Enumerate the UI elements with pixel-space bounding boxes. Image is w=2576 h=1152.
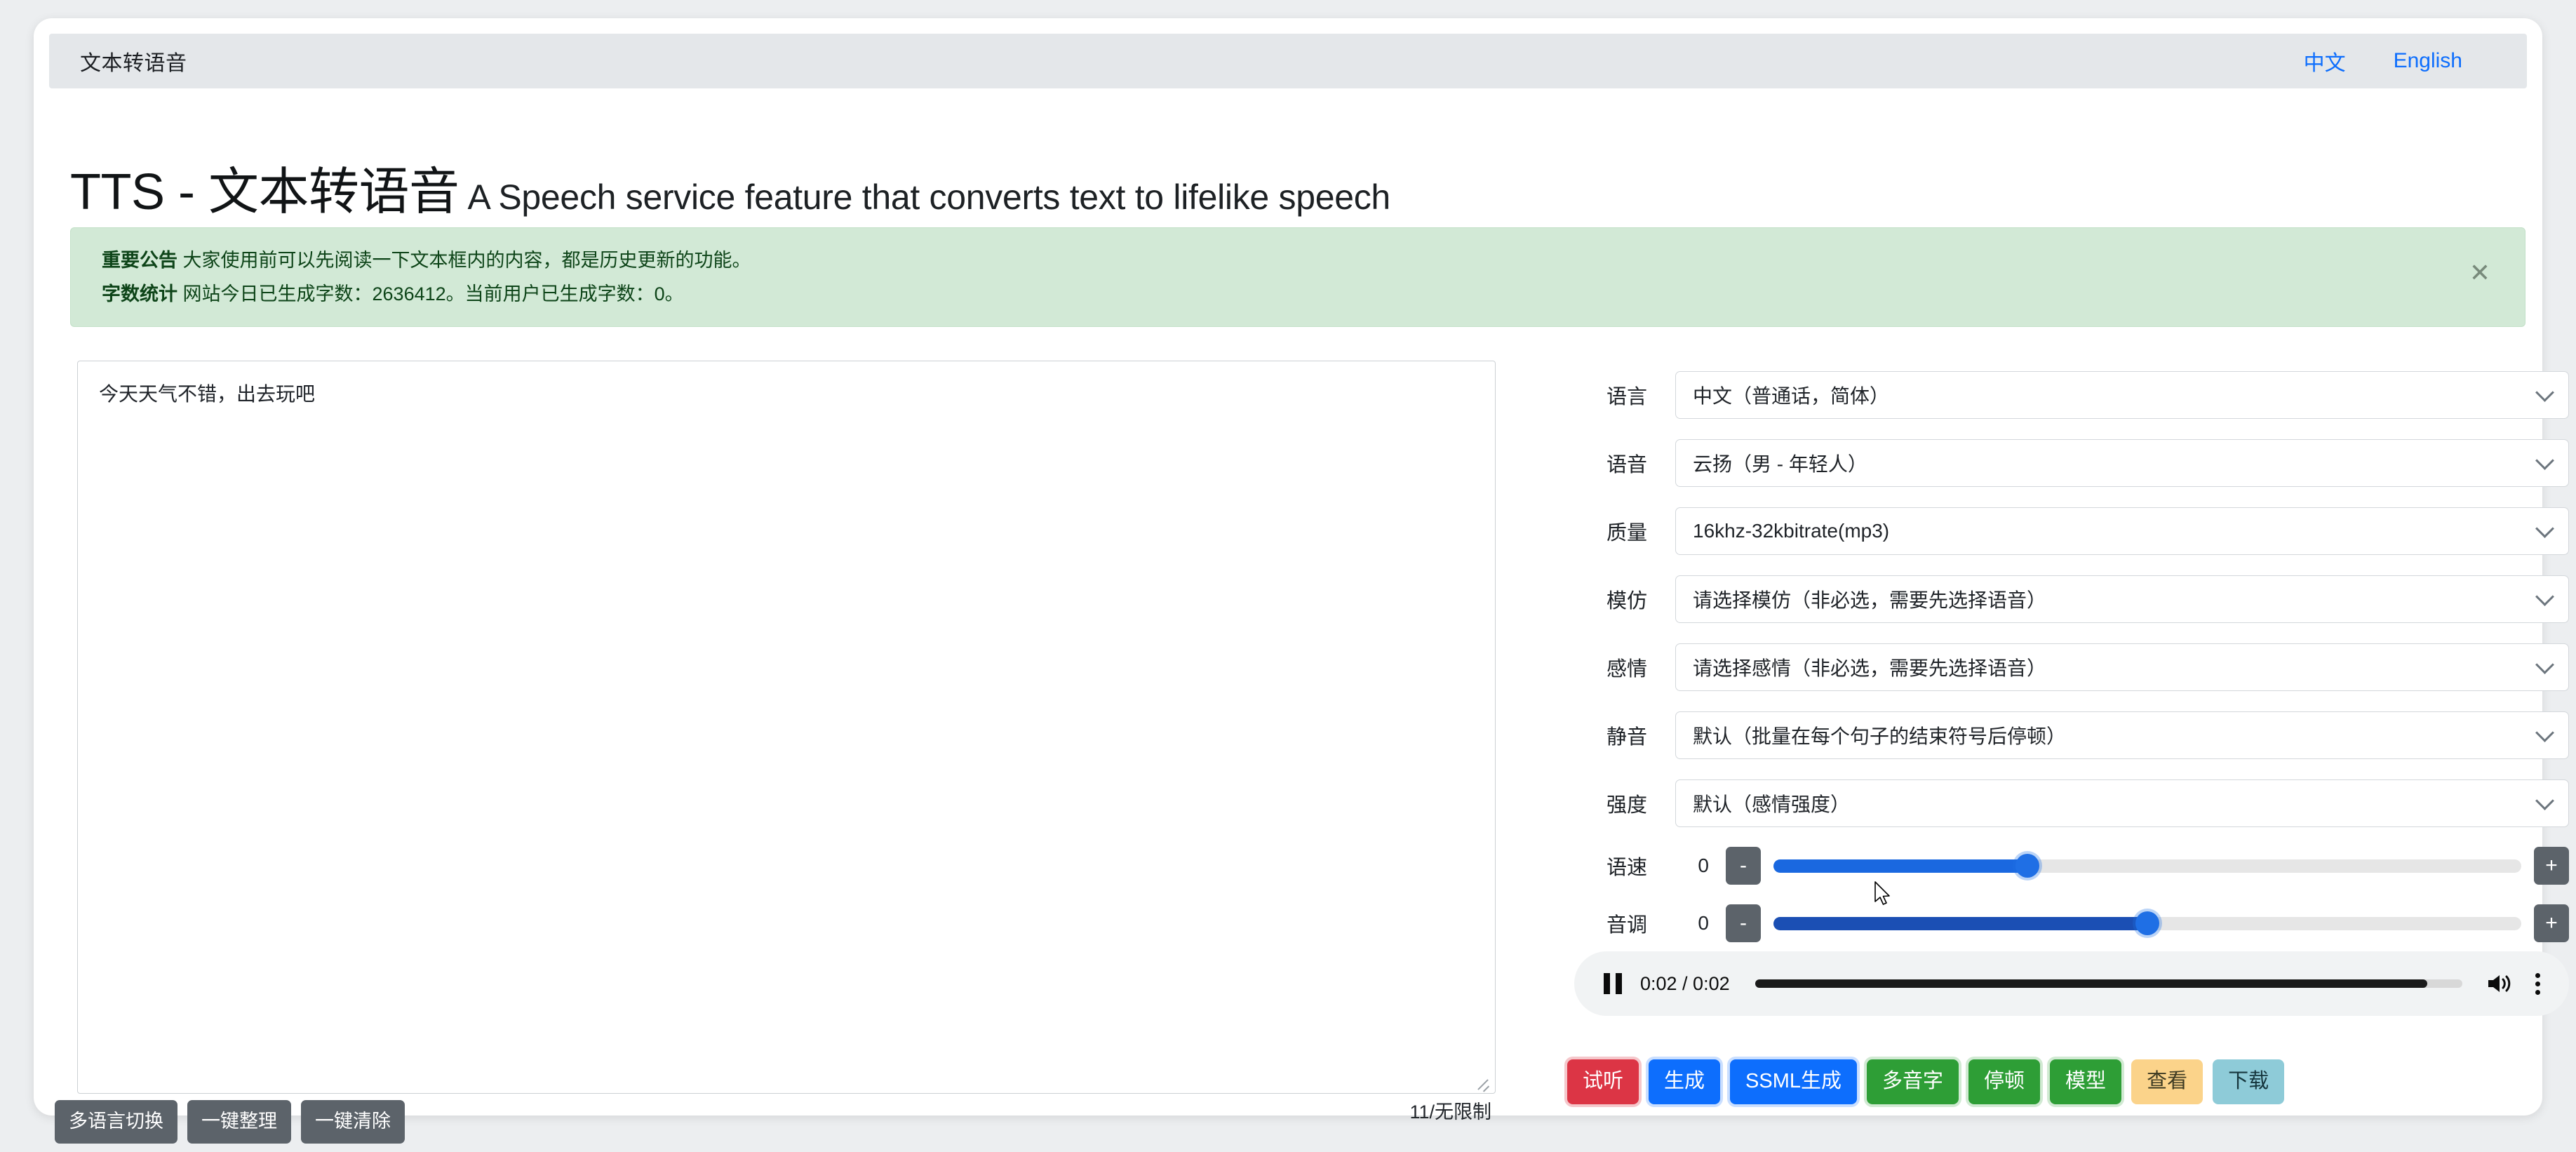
label-language: 语言 xyxy=(1606,385,1647,408)
speed-value: 0 xyxy=(1698,855,1709,876)
select-language-value: 中文（普通话，简体） xyxy=(1693,384,1890,407)
one-click-clear-button[interactable]: 一键清除 xyxy=(301,1100,405,1144)
chevron-down-icon xyxy=(2535,587,2554,606)
announcement-line: 重要公告 大家使用前可以先阅读一下文本框内的内容，都是历史更新的功能。 xyxy=(102,243,2497,277)
page-title-main: TTS - 文本转语音 xyxy=(70,164,459,220)
model-button[interactable]: 模型 xyxy=(2050,1059,2122,1104)
control-row-intensity: 强度 默认（感情强度） xyxy=(1535,769,2569,837)
select-voice-value: 云扬（男 - 年轻人） xyxy=(1693,453,1867,475)
controls-panel: 语言 中文（普通话，简体） 语音 云扬（男 - 年轻人） 质量 16khz-32… xyxy=(1535,361,2569,952)
nav-link-chinese[interactable]: 中文 xyxy=(2304,46,2346,76)
label-voice: 语音 xyxy=(1606,453,1647,476)
control-row-language: 语言 中文（普通话，简体） xyxy=(1535,361,2569,429)
announcement-text: 大家使用前可以先阅读一下文本框内的内容，都是历史更新的功能。 xyxy=(182,250,751,271)
chevron-down-icon xyxy=(2535,382,2554,402)
pitch-slider[interactable] xyxy=(1773,904,2521,942)
control-row-quality: 质量 16khz-32kbitrate(mp3) xyxy=(1535,497,2569,565)
label-intensity: 强度 xyxy=(1606,793,1647,817)
one-click-tidy-button[interactable]: 一键整理 xyxy=(187,1100,291,1144)
select-emotion[interactable]: 请选择感情（非必选，需要先选择语音） xyxy=(1675,643,2569,691)
speed-decrease-button[interactable]: - xyxy=(1726,847,1761,885)
page-card: 文本转语音 中文 English TTS - 文本转语音 A Speech se… xyxy=(34,18,2569,1123)
text-tool-buttons: 多语言切换 一键整理 一键清除 xyxy=(55,1100,405,1144)
download-button[interactable]: 下载 xyxy=(2213,1059,2285,1104)
label-pitch: 音调 xyxy=(1606,914,1647,937)
pause-icon[interactable] xyxy=(1601,972,1625,996)
text-input[interactable] xyxy=(77,361,1496,1094)
control-row-speed: 语速 0 - + xyxy=(1535,837,2569,895)
text-editor-area: 11/无限制 xyxy=(77,361,1496,1123)
announcement-label: 重要公告 xyxy=(102,250,177,271)
chevron-down-icon xyxy=(2535,791,2554,810)
select-language[interactable]: 中文（普通话，简体） xyxy=(1675,370,2569,419)
speed-slider[interactable] xyxy=(1773,847,2521,885)
label-emotion: 感情 xyxy=(1606,657,1647,681)
chevron-down-icon xyxy=(2535,518,2554,538)
polyphone-button[interactable]: 多音字 xyxy=(1867,1059,1959,1104)
control-row-style: 模仿 请选择模仿（非必选，需要先选择语音） xyxy=(1535,565,2569,633)
ssml-generate-button[interactable]: SSML生成 xyxy=(1730,1059,1858,1104)
multilang-switch-button[interactable]: 多语言切换 xyxy=(55,1100,177,1144)
audio-progress-fill xyxy=(1755,979,2427,988)
speed-slider-fill xyxy=(1773,859,2028,873)
navbar-links: 中文 English xyxy=(2304,46,2499,76)
label-silence: 静音 xyxy=(1606,725,1647,749)
pitch-slider-thumb[interactable] xyxy=(2135,911,2159,935)
volume-icon[interactable] xyxy=(2486,972,2511,995)
audio-time-display: 0:02 / 0:02 xyxy=(1640,972,1730,994)
navbar-brand[interactable]: 文本转语音 xyxy=(80,46,187,76)
close-icon[interactable]: ✕ xyxy=(2466,260,2494,288)
select-silence-value: 默认（批量在每个句子的结束符号后停顿） xyxy=(1693,725,2067,747)
speed-slider-thumb[interactable] xyxy=(2015,854,2040,878)
preview-button[interactable]: 试听 xyxy=(1567,1059,1639,1104)
select-style-value: 请选择模仿（非必选，需要先选择语音） xyxy=(1693,589,2047,611)
pause-insert-button[interactable]: 停顿 xyxy=(1968,1059,2041,1104)
wordcount-text: 网站今日已生成字数：2636412。当前用户已生成字数：0。 xyxy=(182,283,684,304)
announcement-alert: 重要公告 大家使用前可以先阅读一下文本框内的内容，都是历史更新的功能。 字数统计… xyxy=(70,227,2525,327)
pitch-slider-fill xyxy=(1773,916,2147,930)
view-button[interactable]: 查看 xyxy=(2131,1059,2203,1104)
chevron-down-icon xyxy=(2535,723,2554,742)
control-row-silence: 静音 默认（批量在每个句子的结束符号后停顿） xyxy=(1535,701,2569,769)
audio-progress-bar[interactable] xyxy=(1755,979,2462,988)
label-style: 模仿 xyxy=(1606,589,1647,612)
select-style[interactable]: 请选择模仿（非必选，需要先选择语音） xyxy=(1675,575,2569,623)
more-options-icon[interactable] xyxy=(2534,970,2541,998)
generate-button[interactable]: 生成 xyxy=(1649,1059,1721,1104)
select-voice[interactable]: 云扬（男 - 年轻人） xyxy=(1675,438,2569,487)
control-row-voice: 语音 云扬（男 - 年轻人） xyxy=(1535,429,2569,497)
pitch-increase-button[interactable]: + xyxy=(2534,904,2569,942)
character-counter: 11/无限制 xyxy=(1409,1101,1491,1123)
pitch-decrease-button[interactable]: - xyxy=(1726,904,1761,942)
control-row-emotion: 感情 请选择感情（非必选，需要先选择语音） xyxy=(1535,633,2569,701)
select-intensity[interactable]: 默认（感情强度） xyxy=(1675,779,2569,827)
select-quality[interactable]: 16khz-32kbitrate(mp3) xyxy=(1675,507,2569,555)
nav-link-english[interactable]: English xyxy=(2394,49,2462,73)
select-silence[interactable]: 默认（批量在每个句子的结束符号后停顿） xyxy=(1675,711,2569,759)
navbar: 文本转语音 中文 English xyxy=(49,34,2527,88)
audio-player: 0:02 / 0:02 xyxy=(1574,951,2569,1016)
wordcount-line: 字数统计 网站今日已生成字数：2636412。当前用户已生成字数：0。 xyxy=(102,277,2497,311)
pitch-value: 0 xyxy=(1698,912,1709,934)
select-intensity-value: 默认（感情强度） xyxy=(1693,793,1851,815)
chevron-down-icon xyxy=(2535,655,2554,674)
select-quality-value: 16khz-32kbitrate(mp3) xyxy=(1693,519,1890,542)
control-row-pitch: 音调 0 - + xyxy=(1535,895,2569,952)
page-title: TTS - 文本转语音 A Speech service feature tha… xyxy=(70,150,1390,224)
page-title-subtitle: A Speech service feature that converts t… xyxy=(467,178,1390,217)
label-speed: 语速 xyxy=(1606,857,1647,879)
pitch-slider-track[interactable] xyxy=(1773,911,2521,935)
label-quality: 质量 xyxy=(1606,521,1647,544)
action-buttons: 试听 生成 SSML生成 多音字 停顿 模型 查看 下载 xyxy=(1567,1059,2285,1104)
chevron-down-icon xyxy=(2535,450,2554,470)
speed-slider-track[interactable] xyxy=(1773,854,2521,878)
wordcount-label: 字数统计 xyxy=(102,283,177,304)
select-emotion-value: 请选择感情（非必选，需要先选择语音） xyxy=(1693,657,2047,679)
speed-increase-button[interactable]: + xyxy=(2534,847,2569,885)
